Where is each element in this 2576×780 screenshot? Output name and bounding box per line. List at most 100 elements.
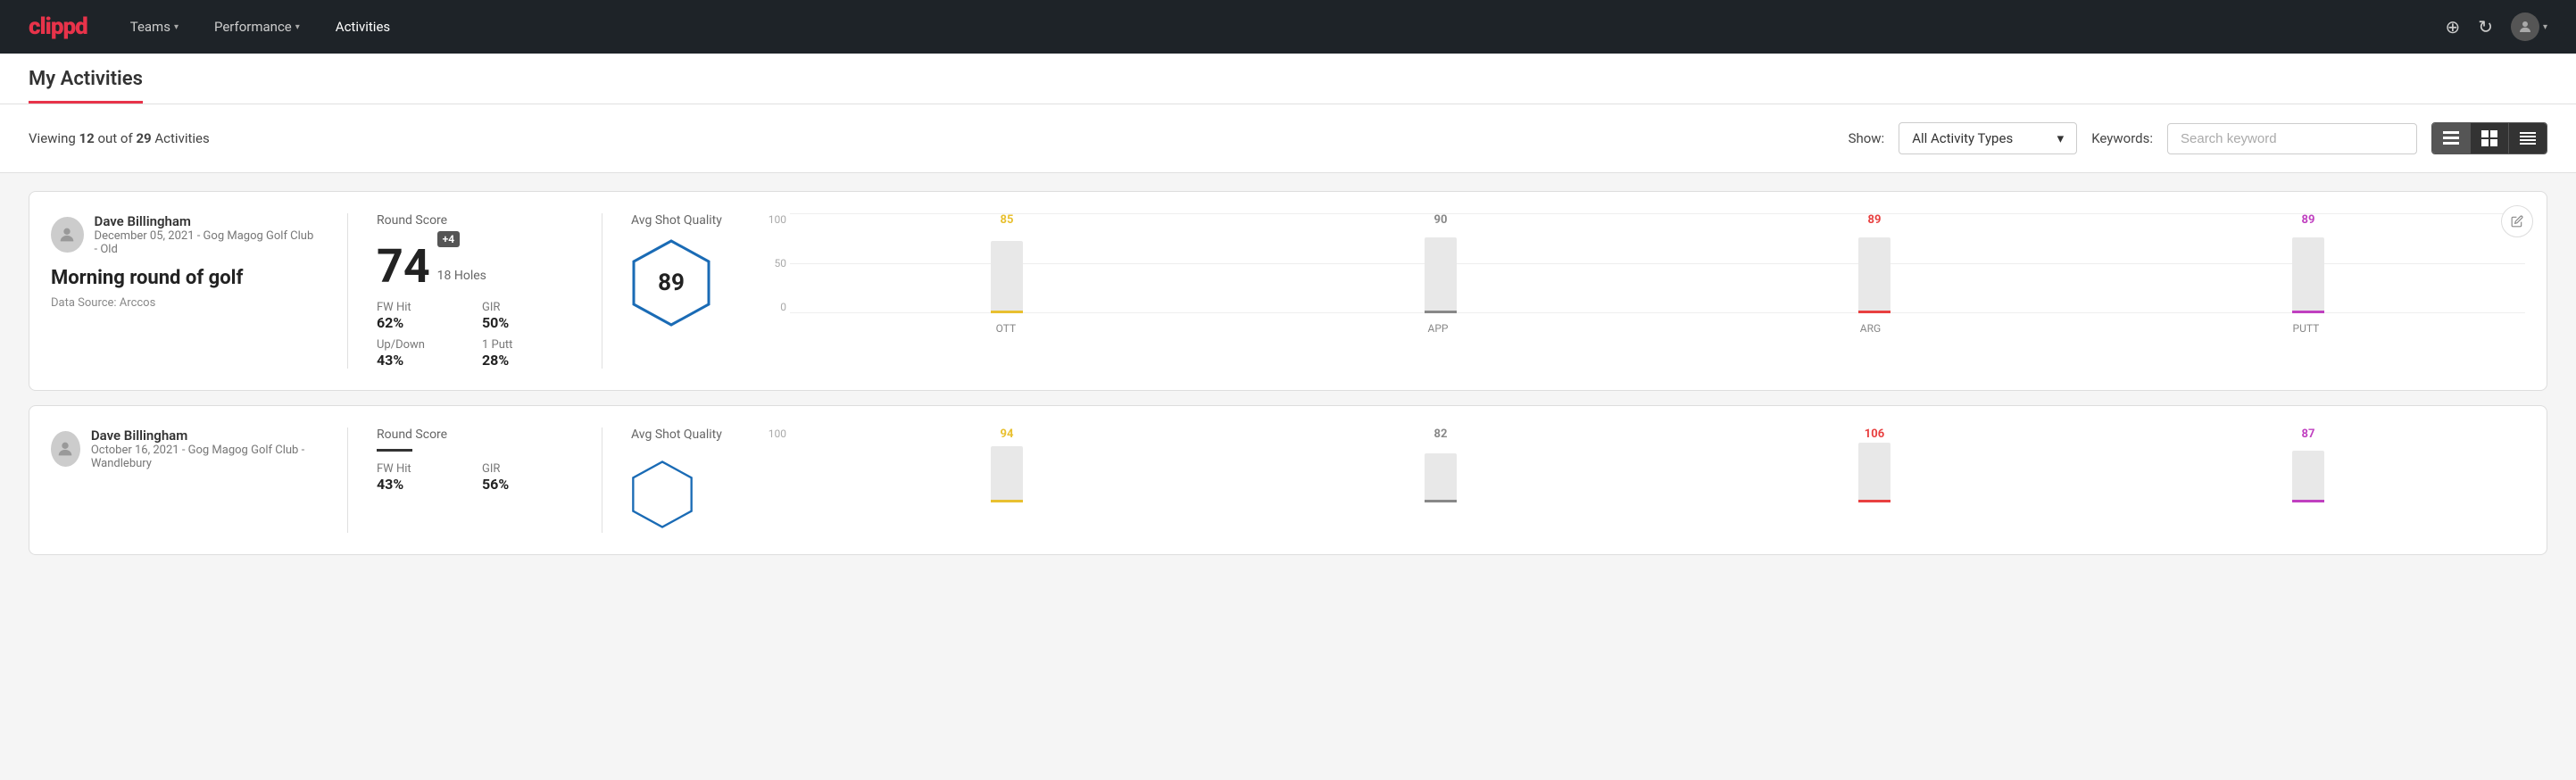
refresh-icon[interactable]: ↻	[2478, 16, 2493, 37]
activity-card: Dave Billingham December 05, 2021 - Gog …	[29, 191, 2547, 391]
viewing-text: Viewing 12 out of 29 Activities	[29, 130, 1834, 146]
list-view-button[interactable]	[2432, 123, 2471, 154]
score-big: 74	[377, 244, 430, 290]
activity-card-1: Dave Billingham December 05, 2021 - Gog …	[29, 191, 2547, 391]
user-name: Dave Billingham	[95, 213, 319, 229]
compact-view-button[interactable]	[2509, 123, 2547, 154]
page-header: My Activities	[0, 54, 2576, 104]
activity-card-body-2: Dave Billingham October 16, 2021 - Gog M…	[29, 405, 2547, 555]
bar-app: 90	[1425, 213, 1457, 313]
user-info: Dave Billingham December 05, 2021 - Gog …	[95, 213, 319, 256]
quality-label-2: Avg Shot Quality	[631, 427, 722, 442]
avatar	[51, 217, 84, 253]
keywords-label: Keywords:	[2091, 130, 2153, 146]
filter-bar: Viewing 12 out of 29 Activities Show: Al…	[0, 104, 2576, 173]
navbar-right: ⊕ ↻ ▾	[2445, 12, 2547, 41]
y2-100: 100	[760, 427, 786, 440]
updown-group: Up/Down 43%	[377, 338, 468, 369]
gir-label: GIR	[482, 301, 573, 314]
avatar	[2511, 12, 2539, 41]
x-label-ott: OTT	[996, 322, 1017, 335]
quality-score: 89	[658, 270, 685, 296]
search-input[interactable]	[2167, 123, 2417, 154]
user-chevron-icon: ▾	[2543, 22, 2547, 32]
user-row: Dave Billingham December 05, 2021 - Gog …	[51, 213, 319, 256]
one-putt-value: 28%	[482, 352, 573, 369]
card-stats-2: Round Score FW Hit 43% GIR 56%	[377, 427, 573, 493]
page-title: My Activities	[29, 68, 143, 104]
user-name-2: Dave Billingham	[91, 427, 319, 444]
bar-putt: 89	[2292, 213, 2324, 313]
round-score-label: Round Score	[377, 213, 573, 228]
dropdown-chevron-icon: ▾	[2057, 130, 2065, 146]
y-label-100: 100	[760, 213, 786, 226]
nav-teams[interactable]: Teams ▾	[116, 12, 193, 42]
user-info-2: Dave Billingham October 16, 2021 - Gog M…	[91, 427, 319, 470]
card-stats-1: Round Score 74 +4 18 Holes FW Hit 62% GI…	[377, 213, 573, 369]
fw-hit-value-2: 43%	[377, 476, 468, 493]
fw-hit-group-2: FW Hit 43%	[377, 462, 468, 493]
y-label-0: 0	[760, 301, 786, 313]
fw-hit-value: 62%	[377, 314, 468, 331]
quality-label: Avg Shot Quality	[631, 213, 722, 228]
bar2-putt: 87	[2292, 427, 2324, 502]
activity-card-2: Dave Billingham October 16, 2021 - Gog M…	[29, 405, 2547, 555]
updown-value: 43%	[377, 352, 468, 369]
card-quality-1: Avg Shot Quality 89	[631, 213, 738, 328]
user-date-2: October 16, 2021 - Gog Magog Golf Club -…	[91, 444, 319, 470]
user-menu[interactable]: ▾	[2511, 12, 2547, 41]
teams-chevron-icon: ▾	[174, 22, 179, 32]
bar2-arg: 106	[1858, 427, 1890, 502]
bar-arg: 89	[1858, 213, 1890, 313]
data-source: Data Source: Arccos	[51, 296, 319, 310]
gir-value-2: 56%	[482, 476, 573, 493]
score-badge: +4	[437, 231, 460, 247]
fw-hit-label: FW Hit	[377, 301, 468, 314]
activity-title: Morning round of golf	[51, 267, 319, 289]
navbar: clippd Teams ▾ Performance ▾ Activities …	[0, 0, 2576, 54]
mini-stats: FW Hit 62% GIR 50% Up/Down 43% 1 Putt 28…	[377, 301, 573, 369]
activity-type-dropdown[interactable]: All Activity Types ▾	[1899, 122, 2077, 154]
quality-hexagon: 89	[631, 238, 711, 328]
putt-value: 89	[2302, 213, 2315, 227]
card-chart-2: 100 94 82	[760, 427, 2525, 517]
card-left-1: Dave Billingham December 05, 2021 - Gog …	[51, 213, 319, 310]
x-label-app: APP	[1428, 322, 1449, 335]
bar2-ott: 94	[991, 427, 1023, 502]
app-value: 90	[1434, 213, 1448, 227]
user-date: December 05, 2021 - Gog Magog Golf Club …	[95, 229, 319, 256]
holes-text: 18 Holes	[437, 269, 486, 283]
card-quality-2: Avg Shot Quality	[631, 427, 738, 533]
updown-label: Up/Down	[377, 338, 468, 352]
card-left-2: Dave Billingham October 16, 2021 - Gog M…	[51, 427, 319, 477]
nav-performance[interactable]: Performance ▾	[200, 12, 314, 42]
nav-activities[interactable]: Activities	[321, 12, 404, 42]
grid-view-button[interactable]	[2471, 123, 2509, 154]
gir-group-2: GIR 56%	[482, 462, 573, 493]
y-label-50: 50	[760, 257, 786, 270]
one-putt-label: 1 Putt	[482, 338, 573, 352]
performance-chevron-icon: ▾	[295, 22, 300, 32]
score-row: 74 +4 18 Holes	[377, 231, 573, 290]
divider	[347, 213, 348, 369]
oneputt-group: 1 Putt 28%	[482, 338, 573, 369]
gir-label-2: GIR	[482, 462, 573, 476]
fw-hit-group: FW Hit 62%	[377, 301, 468, 331]
arg-value: 89	[1868, 213, 1882, 227]
x-label-arg: ARG	[1860, 322, 1881, 335]
edit-button[interactable]	[2501, 205, 2533, 237]
round-score-label-2: Round Score	[377, 427, 573, 442]
user-row-2: Dave Billingham October 16, 2021 - Gog M…	[51, 427, 319, 470]
logo[interactable]: clippd	[29, 13, 87, 40]
card-chart-1: 100 50 0 85	[760, 213, 2525, 338]
avatar-2	[51, 431, 80, 467]
divider-3	[347, 427, 348, 533]
show-label: Show:	[1849, 130, 1885, 146]
add-icon[interactable]: ⊕	[2445, 16, 2460, 37]
mini-stats-2: FW Hit 43% GIR 56%	[377, 462, 573, 493]
fw-hit-label-2: FW Hit	[377, 462, 468, 476]
x-label-putt: PUTT	[2293, 322, 2320, 335]
view-toggle	[2431, 122, 2547, 154]
gir-group: GIR 50%	[482, 301, 573, 331]
ott-value: 85	[1001, 213, 1014, 227]
